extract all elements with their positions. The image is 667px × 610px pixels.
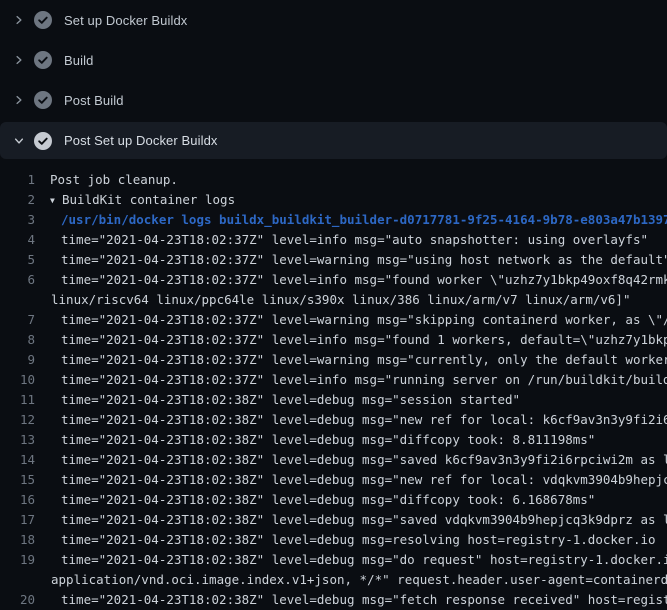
log-line-text: time="2021-04-23T18:02:38Z" level=debug … (61, 410, 667, 430)
log-line-text: time="2021-04-23T18:02:37Z" level=info m… (61, 330, 667, 350)
log-line: 3 /usr/bin/docker logs buildx_buildkit_b… (0, 210, 667, 230)
step-label: Build (64, 53, 93, 68)
log-line: 11 time="2021-04-23T18:02:38Z" level=deb… (0, 390, 667, 410)
log-line-text: time="2021-04-23T18:02:38Z" level=debug … (61, 470, 667, 490)
chevron-right-icon (13, 94, 25, 106)
log-line-text: /usr/bin/docker logs buildx_buildkit_bui… (61, 210, 667, 230)
log-line-text: time="2021-04-23T18:02:37Z" level=info m… (61, 370, 667, 390)
log-line: 1 Post job cleanup. (0, 170, 667, 190)
log-line: 18 time="2021-04-23T18:02:38Z" level=deb… (0, 530, 667, 550)
log-line-number[interactable]: 17 (0, 510, 35, 530)
log-group-header[interactable]: 2 ▼BuildKit container logs (0, 190, 667, 210)
step-row[interactable]: Build (0, 40, 667, 80)
log-line-number[interactable]: 5 (0, 250, 35, 270)
log-line-number[interactable]: 2 (0, 190, 35, 210)
log-line-text: time="2021-04-23T18:02:37Z" level=warnin… (61, 250, 667, 270)
log-line-number[interactable]: 11 (0, 390, 35, 410)
chevron-right-icon (13, 14, 25, 26)
log-line-text: time="2021-04-23T18:02:38Z" level=debug … (61, 530, 656, 550)
log-line-number[interactable]: 3 (0, 210, 35, 230)
log-line: 19 time="2021-04-23T18:02:38Z" level=deb… (0, 550, 667, 570)
log-line: 7 time="2021-04-23T18:02:37Z" level=warn… (0, 310, 667, 330)
log-line-number[interactable]: 9 (0, 350, 35, 370)
group-toggle-arrow-icon[interactable]: ▼ (50, 191, 62, 210)
log-line-text: time="2021-04-23T18:02:38Z" level=debug … (61, 590, 667, 610)
steps-list: Set up Docker Buildx Build P (0, 0, 667, 160)
log-line-number[interactable]: 20 (0, 590, 35, 610)
log-line-text: application/vnd.oci.image.index.v1+json,… (51, 570, 667, 590)
log-line-number[interactable]: 15 (0, 470, 35, 490)
log-line-number[interactable]: 14 (0, 450, 35, 470)
log-line: 15 time="2021-04-23T18:02:38Z" level=deb… (0, 470, 667, 490)
log-line: 6 time="2021-04-23T18:02:37Z" level=info… (0, 270, 667, 290)
step-row[interactable]: Post Set up Docker Buildx (0, 122, 667, 159)
log-line-number[interactable]: 7 (0, 310, 35, 330)
step-row[interactable]: Post Build (0, 80, 667, 120)
log-line: linux/riscv64 linux/ppc64le linux/s390x … (0, 290, 667, 310)
log-line: 16 time="2021-04-23T18:02:38Z" level=deb… (0, 490, 667, 510)
log-line-text: ▼BuildKit container logs (50, 190, 235, 210)
log-line: 9 time="2021-04-23T18:02:37Z" level=warn… (0, 350, 667, 370)
log-line: 13 time="2021-04-23T18:02:38Z" level=deb… (0, 430, 667, 450)
log-line: 12 time="2021-04-23T18:02:38Z" level=deb… (0, 410, 667, 430)
log-line-number[interactable]: 6 (0, 270, 35, 290)
check-circle-icon (34, 132, 52, 150)
log-line: 8 time="2021-04-23T18:02:37Z" level=info… (0, 330, 667, 350)
log-line-text: linux/riscv64 linux/ppc64le linux/s390x … (51, 290, 630, 310)
log-line-text: time="2021-04-23T18:02:38Z" level=debug … (61, 390, 520, 410)
actions-log-viewer: Set up Docker Buildx Build P (0, 0, 667, 600)
check-circle-icon (34, 11, 52, 29)
log-line-number[interactable]: 16 (0, 490, 35, 510)
log-line-text: time="2021-04-23T18:02:37Z" level=info m… (61, 270, 667, 290)
log-line-text: time="2021-04-23T18:02:38Z" level=debug … (61, 510, 667, 530)
chevron-down-icon (13, 135, 25, 147)
log-line: 14 time="2021-04-23T18:02:38Z" level=deb… (0, 450, 667, 470)
log-line: 4 time="2021-04-23T18:02:37Z" level=info… (0, 230, 667, 250)
log-line-number[interactable]: 18 (0, 530, 35, 550)
log-line-number[interactable]: 19 (0, 550, 35, 570)
log-line-text: time="2021-04-23T18:02:37Z" level=warnin… (61, 350, 667, 370)
step-row[interactable]: Set up Docker Buildx (0, 0, 667, 40)
log-line-text: time="2021-04-23T18:02:38Z" level=debug … (61, 550, 667, 570)
log-line-text: time="2021-04-23T18:02:38Z" level=debug … (61, 430, 595, 450)
log-line: 5 time="2021-04-23T18:02:37Z" level=warn… (0, 250, 667, 270)
chevron-right-icon (13, 54, 25, 66)
log-line: 17 time="2021-04-23T18:02:38Z" level=deb… (0, 510, 667, 530)
log-line-number[interactable]: 8 (0, 330, 35, 350)
log-line-text: Post job cleanup. (50, 170, 178, 190)
log-line: 20 time="2021-04-23T18:02:38Z" level=deb… (0, 590, 667, 610)
log-line: 10 time="2021-04-23T18:02:37Z" level=inf… (0, 370, 667, 390)
log-line-number[interactable]: 4 (0, 230, 35, 250)
log-line: application/vnd.oci.image.index.v1+json,… (0, 570, 667, 590)
log-line-text: time="2021-04-23T18:02:38Z" level=debug … (61, 450, 667, 470)
log-line-number[interactable]: 12 (0, 410, 35, 430)
check-circle-icon (34, 51, 52, 69)
log-line-text: time="2021-04-23T18:02:37Z" level=warnin… (61, 310, 667, 330)
log-line-number[interactable]: 1 (0, 170, 35, 190)
step-label: Post Set up Docker Buildx (64, 133, 218, 148)
step-label: Post Build (64, 93, 124, 108)
check-circle-icon (34, 91, 52, 109)
log-line-number[interactable]: 10 (0, 370, 35, 390)
log-line-text: time="2021-04-23T18:02:37Z" level=info m… (61, 230, 648, 250)
log-area: 1 Post job cleanup. 2 ▼BuildKit containe… (0, 160, 667, 610)
log-line-number[interactable]: 13 (0, 430, 35, 450)
log-line-text: time="2021-04-23T18:02:38Z" level=debug … (61, 490, 595, 510)
step-label: Set up Docker Buildx (64, 13, 187, 28)
